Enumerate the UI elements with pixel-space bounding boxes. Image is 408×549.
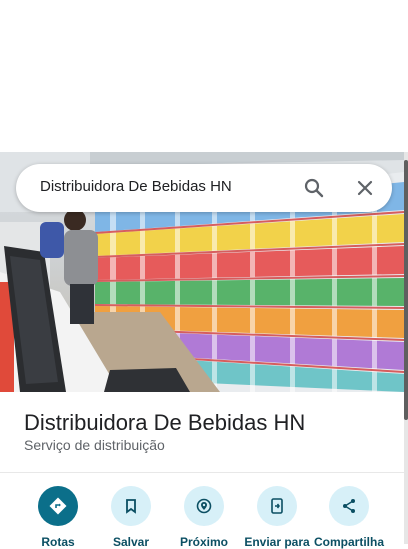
search-query-text[interactable]: Distribuidora De Bebidas HN	[40, 178, 232, 195]
share-button[interactable]: Compartilha	[313, 486, 385, 549]
place-title: Distribuidora De Bebidas HN	[24, 410, 306, 435]
search-icon[interactable]	[302, 176, 326, 200]
share-icon	[329, 486, 369, 526]
divider	[0, 472, 404, 473]
directions-icon	[38, 486, 78, 526]
directions-button[interactable]: Rotas	[22, 486, 94, 549]
search-bar[interactable]: Distribuidora De Bebidas HN	[16, 164, 392, 212]
nearby-icon	[184, 486, 224, 526]
scrollbar-thumb[interactable]	[404, 160, 408, 420]
place-category: Serviço de distribuição	[24, 437, 165, 453]
send-to-phone-icon	[257, 486, 297, 526]
share-label: Compartilha	[313, 535, 384, 549]
nearby-button[interactable]: Próximo	[168, 486, 240, 549]
close-icon[interactable]	[353, 176, 377, 200]
save-button[interactable]: Salvar	[95, 486, 167, 549]
bookmark-icon	[111, 486, 151, 526]
map-blank-area	[0, 0, 408, 152]
